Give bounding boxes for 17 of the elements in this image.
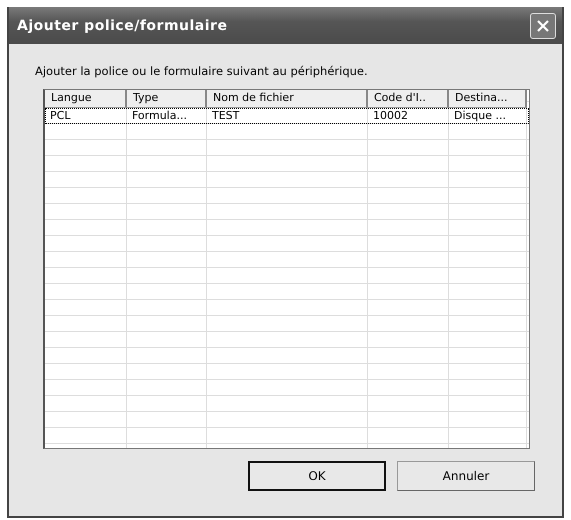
dialog-button[interactable]: OK: [248, 461, 386, 491]
table-cell: TEST: [207, 108, 368, 124]
table-cell: PCL: [45, 108, 127, 124]
table-cell: Disque ...: [449, 108, 527, 124]
table-row[interactable]: PCL Formula... TEST 10002 Disque ...: [45, 108, 529, 124]
column-header[interactable]: Code d'I..: [368, 90, 449, 108]
window-title: Ajouter police/formulaire: [17, 18, 228, 34]
instruction-text: Ajouter la police ou le formulaire suivant au périphérique.: [35, 64, 369, 78]
dialog-button[interactable]: Annuler: [397, 461, 535, 491]
table-cell: 10002: [368, 108, 449, 124]
column-header[interactable]: Langue: [45, 90, 127, 108]
column-header[interactable]: Destina...: [449, 90, 527, 108]
close-icon: [535, 18, 551, 34]
close-button[interactable]: [530, 12, 556, 38]
column-header[interactable]: Nom de fichier: [207, 90, 368, 108]
table-cell: Formula...: [127, 108, 207, 124]
column-header[interactable]: Type: [127, 90, 207, 108]
